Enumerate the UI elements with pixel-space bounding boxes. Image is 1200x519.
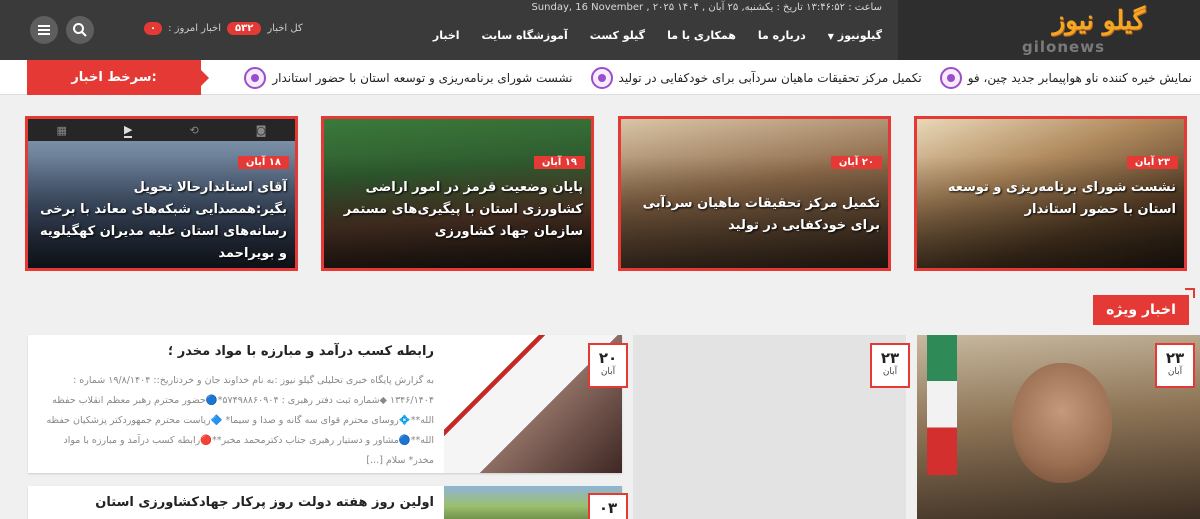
site-logo[interactable]: گیلو نیوز gilonews <box>898 0 1200 60</box>
nav-item-gilonews[interactable]: گیلونیوز▼ <box>828 29 882 47</box>
news-ticker: نشست شورای برنامه‌ریزی و توسعه استان با … <box>0 60 1200 95</box>
post-title[interactable]: رابطه کسب درآمد و مبارزه با مواد مخدر ؛ <box>36 344 434 359</box>
logo-text-fa: گیلو نیوز <box>1052 6 1145 36</box>
date-tag: ۱۸ آبان <box>237 156 289 169</box>
ticker-track: نشست شورای برنامه‌ریزی و توسعه استان با … <box>244 60 1192 95</box>
post-title[interactable]: اولین روز هفته دولت روز پرکار جهادکشاورز… <box>36 495 434 510</box>
ticker-title: :سرخط اخبار <box>27 60 209 95</box>
date-box: ۲۳ آبان <box>1155 343 1195 388</box>
site-badge-icon <box>244 66 267 89</box>
hamburger-icon <box>38 25 50 35</box>
news-photo <box>1012 363 1112 483</box>
logo-text-en: gilonews <box>1022 38 1105 56</box>
nav-item-about[interactable]: درباره ما <box>758 29 806 47</box>
flag-image <box>927 335 957 475</box>
search-button[interactable] <box>66 16 94 44</box>
featured-card[interactable]: ▦ ▶ ⟲ ◙ ۱۸ آبان آقای استاندار‌حالا تحویل… <box>25 116 298 271</box>
nav-item-news[interactable]: اخبار <box>433 29 460 47</box>
ticker-item[interactable]: تکمیل مرکز تحقیقات ماهیان سردآبی برای خو… <box>590 66 922 89</box>
menu-button[interactable] <box>30 16 58 44</box>
featured-card[interactable]: ۲۳ آبان نشست شورای برنامه‌ریزی و توسعه ا… <box>914 116 1187 271</box>
special-card-placeholder[interactable] <box>633 335 906 519</box>
ticker-item[interactable]: نمایش خیره کننده ناو هواپیمابر جدید چین،… <box>939 66 1192 89</box>
site-badge-icon <box>939 66 962 89</box>
date-box: ۲۳ آبان <box>870 343 910 388</box>
total-news-badge: ۵۳۲ <box>227 22 262 35</box>
date-box: ۰۳ <box>588 493 628 519</box>
featured-title: نشست شورای برنامه‌ریزی و توسعه استان با … <box>947 180 1176 217</box>
post-excerpt: به گزارش پایگاه خبری تحلیلی گیلو نیوز :ب… <box>46 375 434 466</box>
chevron-down-icon: ▼ <box>827 32 834 41</box>
date-tag: ۲۰ آبان <box>830 156 882 169</box>
news-counter: کل اخبار ۵۳۲ اخبار امروز : ۰ <box>144 22 303 35</box>
nav-item-academy[interactable]: آموزشگاه سایت <box>482 29 568 47</box>
featured-card[interactable]: ۲۰ آبان تکمیل مرکز تحقیقات ماهیان سردآبی… <box>618 116 891 271</box>
featured-title: آقای استاندار‌حالا تحویل بگیر:همصدایی شب… <box>39 180 287 261</box>
ticker-item[interactable]: نشست شورای برنامه‌ریزی و توسعه استان با … <box>244 66 573 89</box>
date-box: ۲۰ آبان <box>588 343 628 388</box>
featured-card[interactable]: ۱۹ آبان پایان وضعیت قرمز در امور اراضی ک… <box>321 116 594 271</box>
date-time: ساعت : ۱۳:۴۶:۵۲ تاریخ : یکشنبه, ۲۵ آبان … <box>531 2 882 13</box>
today-news-badge: ۰ <box>144 22 163 35</box>
special-news-heading: اخبار ویژه <box>1093 295 1189 325</box>
news-post[interactable]: اولین روز هفته دولت روز پرکار جهادکشاورز… <box>28 486 622 519</box>
news-post[interactable]: رابطه کسب درآمد و مبارزه با مواد مخدر ؛ … <box>28 335 622 473</box>
date-tag: ۱۹ آبان <box>533 156 585 169</box>
main-menu: گیلونیوز▼ درباره ما همکاری با ما گیلو کس… <box>433 29 882 47</box>
nav-item-gilocast[interactable]: گیلو کست <box>590 29 645 47</box>
page: گیلو نیوز gilonews ساعت : ۱۳:۴۶:۵۲ تاریخ… <box>0 0 1200 519</box>
today-news-label: اخبار امروز : <box>168 23 221 34</box>
site-badge-icon <box>590 66 613 89</box>
date-tag: ۲۳ آبان <box>1126 156 1178 169</box>
total-news-label: کل اخبار <box>267 23 303 34</box>
top-navbar: گیلو نیوز gilonews ساعت : ۱۳:۴۶:۵۲ تاریخ… <box>0 0 1200 60</box>
search-icon <box>73 23 87 37</box>
nav-item-cooperation[interactable]: همکاری با ما <box>667 29 736 47</box>
featured-title: تکمیل مرکز تحقیقات ماهیان سردآبی برای خو… <box>642 196 880 233</box>
featured-title: پایان وضعیت قرمز در امور اراضی کشاورزی ا… <box>343 180 583 239</box>
